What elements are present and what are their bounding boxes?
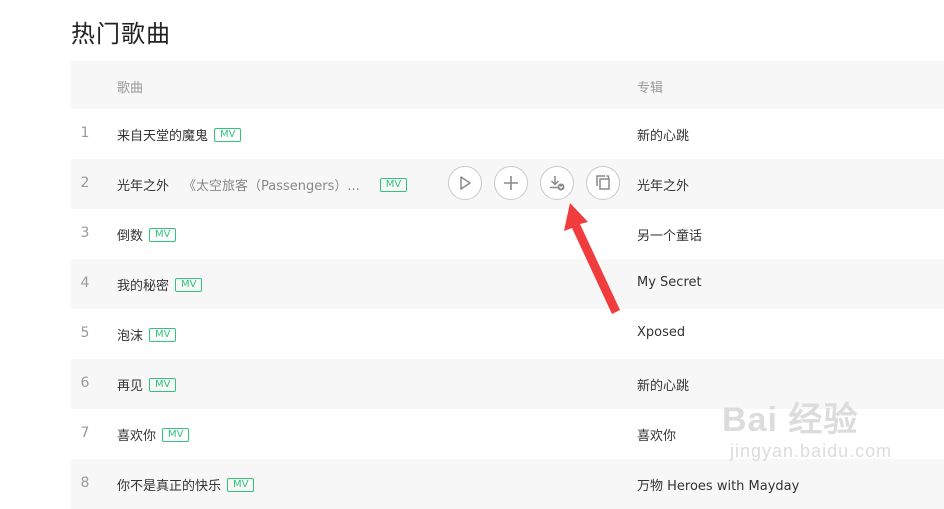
page-title: 热门歌曲	[71, 20, 171, 48]
table-row[interactable]: 8 你不是真正的快乐 MV 万物 Heroes with Mayday	[71, 459, 944, 509]
album-name[interactable]: My Secret	[637, 275, 702, 290]
song-subtitle: 《太空旅客（Passengers）...	[183, 179, 360, 194]
song-title[interactable]: 你不是真正的快乐	[117, 475, 221, 494]
play-icon	[460, 176, 471, 190]
row-number: 7	[80, 425, 90, 441]
song-cell: 光年之外 《太空旅客（Passengers）... MV	[117, 175, 408, 194]
download-button[interactable]	[540, 166, 574, 200]
song-cell: 倒数 MV	[117, 225, 177, 244]
album-name[interactable]: 新的心跳	[637, 375, 689, 394]
album-name[interactable]: 光年之外	[637, 175, 689, 194]
header-album: 专辑	[637, 81, 664, 96]
mv-badge[interactable]: MV	[149, 227, 177, 242]
watermark: Bai 经验 jingyan.baidu.com	[722, 392, 892, 462]
mv-badge[interactable]: MV	[175, 277, 203, 292]
album-name[interactable]: 新的心跳	[637, 125, 689, 144]
song-title[interactable]: 喜欢你	[117, 425, 156, 444]
song-title[interactable]: 倒数	[117, 225, 143, 244]
album-name[interactable]: 喜欢你	[637, 425, 676, 444]
watermark-url: jingyan.baidu.com	[730, 441, 893, 461]
share-icon	[596, 175, 610, 190]
mv-badge[interactable]: MV	[149, 377, 177, 392]
song-cell: 我的秘密 MV	[117, 275, 203, 294]
add-button[interactable]	[494, 166, 528, 200]
annotation-arrow	[564, 203, 620, 314]
mv-badge[interactable]: MV	[162, 427, 190, 442]
song-cell: 你不是真正的快乐 MV	[117, 475, 255, 494]
song-title[interactable]: 再见	[117, 375, 143, 394]
mv-badge[interactable]: MV	[227, 477, 255, 492]
row-number: 5	[80, 325, 90, 341]
mv-badge[interactable]: MV	[149, 327, 177, 342]
table-row[interactable]: 1 来自天堂的魔鬼 MV 新的心跳	[71, 109, 944, 159]
table-row[interactable]: 5 泡沫 MV Xposed	[71, 309, 944, 359]
mv-badge[interactable]: MV	[214, 127, 242, 142]
album-name[interactable]: Xposed	[637, 325, 685, 340]
table-row[interactable]: 3 倒数 MV 另一个童话	[71, 209, 944, 259]
row-number: 2	[80, 175, 90, 191]
share-button[interactable]	[586, 166, 620, 200]
song-cell: 再见 MV	[117, 375, 177, 394]
row-number: 8	[80, 475, 90, 491]
row-number: 1	[80, 125, 90, 141]
song-cell: 泡沫 MV	[117, 325, 177, 344]
row-number: 4	[80, 275, 90, 291]
header-song: 歌曲	[117, 81, 144, 96]
download-icon	[550, 176, 565, 191]
table-header: 歌曲 专辑	[71, 61, 944, 109]
album-name[interactable]: 另一个童话	[637, 225, 702, 244]
watermark-logo: Bai 经验	[722, 401, 859, 439]
album-name[interactable]: 万物 Heroes with Mayday	[637, 475, 799, 494]
song-cell: 喜欢你 MV	[117, 425, 190, 444]
song-title[interactable]: 我的秘密	[117, 275, 169, 294]
mv-badge[interactable]: MV	[379, 177, 408, 192]
song-title[interactable]: 光年之外	[117, 175, 169, 194]
play-button[interactable]	[448, 166, 482, 200]
table-row[interactable]: 4 我的秘密 MV My Secret	[71, 259, 944, 309]
song-title[interactable]: 来自天堂的魔鬼	[117, 125, 208, 144]
add-icon	[504, 176, 518, 190]
row-number: 3	[80, 225, 90, 241]
table-row[interactable]: 2 光年之外 《太空旅客（Passengers）... MV 光年之外	[71, 159, 944, 209]
song-title[interactable]: 泡沫	[117, 325, 143, 344]
song-cell: 来自天堂的魔鬼 MV	[117, 125, 242, 144]
row-number: 6	[80, 375, 90, 391]
